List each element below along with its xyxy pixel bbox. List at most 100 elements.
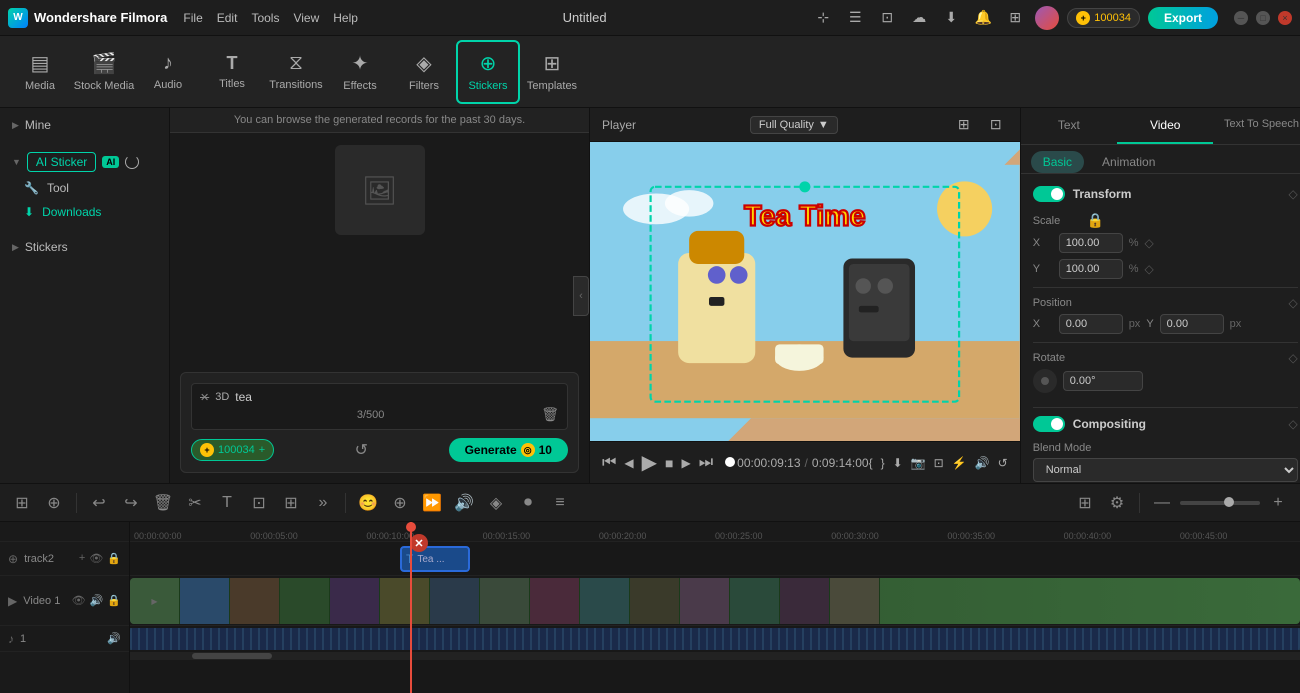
- delete-input-button[interactable]: 🗑: [541, 406, 559, 423]
- nav-icon[interactable]: ⊹: [811, 6, 835, 30]
- menu-file[interactable]: File: [183, 11, 202, 25]
- minimize-button[interactable]: ─: [1234, 11, 1248, 25]
- audio-speaker-icon[interactable]: 🔊: [107, 632, 121, 645]
- track-2-lock-icon[interactable]: 🔒: [107, 552, 121, 565]
- sticker-text-input[interactable]: [235, 390, 559, 404]
- apps-icon[interactable]: ⊞: [1003, 6, 1027, 30]
- zoom-in-button[interactable]: +: [1264, 489, 1292, 517]
- blend-mode-select[interactable]: NormalDissolveDarkenMultiplyColor BurnLi…: [1033, 458, 1298, 482]
- title-button[interactable]: T: [213, 489, 241, 517]
- stop-button[interactable]: ■: [665, 455, 673, 471]
- toolbar-effects[interactable]: ✦ Effects: [328, 40, 392, 104]
- play-button[interactable]: ▶: [642, 450, 657, 475]
- transform-keyframe-button[interactable]: ◇: [1288, 187, 1297, 201]
- ai-sticker-header[interactable]: ▼ AI Sticker AI: [0, 148, 169, 176]
- notification-icon[interactable]: 🔔: [971, 6, 995, 30]
- credits-add-button[interactable]: + 100034 +: [191, 439, 274, 461]
- menu-view[interactable]: View: [293, 11, 319, 25]
- add-to-timeline-icon[interactable]: ⬇: [893, 456, 903, 470]
- frame-fwd-button[interactable]: ▶: [682, 456, 691, 470]
- tab-tts[interactable]: Text To Speech: [1213, 108, 1300, 144]
- video-clip[interactable]: ▶: [130, 578, 1300, 624]
- user-avatar[interactable]: [1035, 6, 1059, 30]
- zoom-out-button[interactable]: —: [1148, 489, 1176, 517]
- speed-icon[interactable]: ⚡: [952, 456, 967, 470]
- fit-view-icon[interactable]: ⊡: [984, 113, 1008, 137]
- track-1-speaker-icon[interactable]: 🔊: [90, 594, 104, 607]
- scale-y-input[interactable]: [1059, 259, 1123, 279]
- menu-edit[interactable]: Edit: [217, 11, 238, 25]
- layout-btn[interactable]: ⊞: [1071, 489, 1099, 517]
- toolbar-media[interactable]: ▤ Media: [8, 40, 72, 104]
- step-fwd-button[interactable]: ⏭: [699, 454, 713, 472]
- record-btn[interactable]: ⏺: [514, 489, 542, 517]
- cloud-icon[interactable]: ☁: [907, 6, 931, 30]
- pos-y-input[interactable]: [1160, 314, 1224, 334]
- pip-icon[interactable]: ⊡: [934, 456, 944, 470]
- track-2-eye-icon[interactable]: 👁: [89, 552, 103, 565]
- rotate-keyframe[interactable]: ◇: [1288, 351, 1297, 365]
- track-1-lock-icon[interactable]: 🔒: [107, 594, 121, 607]
- position-keyframe[interactable]: ◇: [1288, 296, 1297, 310]
- tab-video[interactable]: Video: [1117, 108, 1213, 144]
- scrollbar-thumb[interactable]: [192, 653, 272, 659]
- grid-view-icon[interactable]: ⊞: [952, 113, 976, 137]
- split-button[interactable]: ⊕: [386, 489, 414, 517]
- horizontal-scrollbar[interactable]: [130, 652, 1300, 660]
- rotate-input[interactable]: [1063, 371, 1143, 391]
- history-icon[interactable]: ☰: [843, 6, 867, 30]
- track-1-eye-icon[interactable]: 👁: [72, 594, 86, 607]
- out-point-button[interactable]: }: [881, 456, 885, 470]
- tool-item[interactable]: 🔧 Tool: [0, 176, 169, 200]
- frame-back-button[interactable]: ◀: [624, 456, 633, 470]
- downloads-item[interactable]: ⬇ Downloads: [0, 200, 169, 224]
- menu-help[interactable]: Help: [333, 11, 358, 25]
- toolbar-titles[interactable]: T Titles: [200, 40, 264, 104]
- devices-icon[interactable]: ⊡: [875, 6, 899, 30]
- toolbar-stock-media[interactable]: 🎬 Stock Media: [72, 40, 136, 104]
- toolbar-templates[interactable]: ⊞ Templates: [520, 40, 584, 104]
- maximize-button[interactable]: □: [1256, 11, 1270, 25]
- toolbar-stickers[interactable]: ⊕ Stickers: [456, 40, 520, 104]
- panel-collapse-button[interactable]: ‹: [573, 276, 589, 316]
- scale-x-keyframe[interactable]: ◇: [1144, 236, 1153, 250]
- toolbar-transitions[interactable]: ⧖ Transitions: [264, 40, 328, 104]
- toolbar-filters[interactable]: ◈ Filters: [392, 40, 456, 104]
- subtab-animation[interactable]: Animation: [1090, 151, 1167, 173]
- copy-button[interactable]: ⊞: [277, 489, 305, 517]
- credits-button[interactable]: + 100034: [1067, 8, 1140, 28]
- compositing-toggle[interactable]: [1033, 416, 1065, 432]
- menu-tools[interactable]: Tools: [251, 11, 279, 25]
- pos-x-input[interactable]: [1059, 314, 1123, 334]
- color-btn[interactable]: ◈: [482, 489, 510, 517]
- playhead[interactable]: [410, 522, 412, 693]
- scale-y-keyframe[interactable]: ◇: [1144, 262, 1153, 276]
- zoom-slider[interactable]: [1180, 501, 1260, 505]
- compositing-keyframe[interactable]: ◇: [1288, 417, 1297, 431]
- quality-select[interactable]: Full Quality ▼: [750, 116, 838, 134]
- redo-button[interactable]: ↪: [117, 489, 145, 517]
- download-icon[interactable]: ⬇: [939, 6, 963, 30]
- mine-section-header[interactable]: ▶ Mine: [0, 114, 169, 136]
- volume-icon[interactable]: 🔊: [975, 456, 990, 470]
- refresh-icon[interactable]: [125, 155, 139, 169]
- volume-btn[interactable]: 🔊: [450, 489, 478, 517]
- magnet-button[interactable]: ⊕: [40, 489, 68, 517]
- more-icon[interactable]: ↺: [998, 456, 1008, 470]
- toolbar-audio[interactable]: ♪ Audio: [136, 40, 200, 104]
- in-point-button[interactable]: {: [869, 456, 873, 470]
- stickers-section-header[interactable]: ▶ Stickers: [0, 236, 169, 258]
- more-tools-button[interactable]: »: [309, 489, 337, 517]
- rotate-wheel[interactable]: [1033, 369, 1057, 393]
- subtab-basic[interactable]: Basic: [1031, 151, 1084, 173]
- scale-x-input[interactable]: [1059, 233, 1123, 253]
- emoji-button[interactable]: 😊: [354, 489, 382, 517]
- tab-text[interactable]: Text: [1021, 108, 1117, 144]
- delete-button[interactable]: 🗑: [149, 489, 177, 517]
- generate-button[interactable]: Generate ◎ 10: [449, 438, 568, 462]
- close-button[interactable]: ×: [1278, 11, 1292, 25]
- cut-button[interactable]: ✂: [181, 489, 209, 517]
- lock-scale-icon[interactable]: 🔒: [1087, 212, 1104, 229]
- transform-toggle[interactable]: [1033, 186, 1065, 202]
- track-2-add-icon[interactable]: +: [79, 552, 85, 565]
